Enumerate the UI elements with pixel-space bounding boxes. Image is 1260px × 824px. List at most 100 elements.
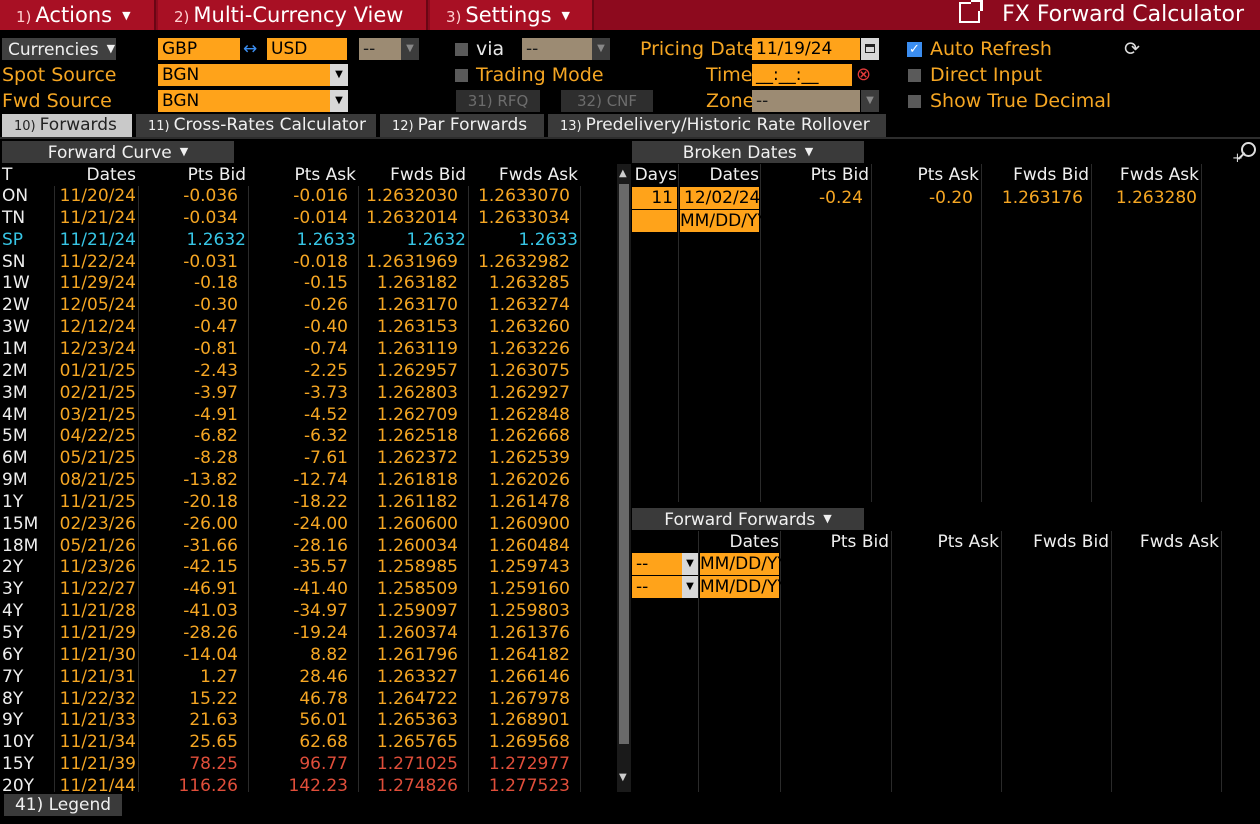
direct-input-checkbox[interactable]: [908, 69, 921, 82]
broken-date-placeholder[interactable]: MM/DD/YY: [680, 210, 768, 232]
external-link-icon[interactable]: [959, 0, 984, 23]
show-true-decimal-label: Show True Decimal: [930, 90, 1112, 112]
rfq-button[interactable]: 31) RFQ: [456, 90, 540, 112]
fwds-ask-cell: 1.261376: [488, 623, 570, 643]
forward-forwards-header[interactable]: Forward Forwards ▼: [632, 508, 864, 530]
table-row[interactable]: 3W 12/12/24 -0.47 -0.40 1.263153 1.263260: [0, 317, 616, 339]
pts-bid-cell: -20.18: [183, 491, 238, 512]
table-row[interactable]: 2W 12/05/24 -0.30 -0.26 1.263170 1.263274: [0, 295, 616, 317]
table-row[interactable]: 3Y 11/22/27 -46.91 -41.40 1.258509 1.259160: [0, 579, 616, 601]
pts-bid-cell: -6.82: [194, 426, 238, 447]
table-row[interactable]: 10Y 11/21/34 25.65 62.68 1.265765 1.269568: [0, 732, 616, 754]
broken-days-input-empty[interactable]: [632, 210, 677, 232]
fwds-bid-cell: 1.262518: [376, 426, 458, 447]
broken-date-input[interactable]: 12/02/24: [680, 187, 760, 209]
tab-number: 12): [392, 119, 414, 134]
pts-ask-cell: -0.018: [293, 251, 348, 272]
chevron-down-icon[interactable]: ▼: [682, 576, 698, 598]
currency-2-field[interactable]: USD: [267, 38, 347, 60]
tab-number: 10): [14, 119, 36, 134]
spot-source-field[interactable]: BGN: [158, 64, 330, 86]
table-row[interactable]: SP 11/21/24 1.2632 1.2633 1.2632 1.2633: [0, 230, 616, 252]
table-row[interactable]: 4Y 11/21/28 -41.03 -34.97 1.259097 1.259803: [0, 601, 616, 623]
table-row[interactable]: 2M 01/21/25 -2.43 -2.25 1.262957 1.263075: [0, 361, 616, 383]
ff-date-input-2[interactable]: MM/DD/YY: [700, 576, 788, 598]
pts-bid-cell: -31.66: [183, 535, 238, 556]
date-cell: 11/20/24: [59, 186, 136, 206]
via-checkbox[interactable]: [455, 43, 468, 56]
ff-tenor-select-2[interactable]: --: [632, 576, 682, 598]
fwds-bid-cell: 1.2631969: [366, 251, 458, 272]
fwds-ask-cell: 1.272977: [488, 754, 570, 775]
via-label: via: [476, 38, 505, 60]
table-row[interactable]: 1M 12/23/24 -0.81 -0.74 1.263119 1.263226: [0, 339, 616, 361]
swap-arrows-icon[interactable]: ↔: [243, 38, 267, 60]
pts-ask-cell: 56.01: [299, 710, 348, 731]
table-row[interactable]: 8Y 11/22/32 15.22 46.78 1.264722 1.267978: [0, 689, 616, 711]
fwds-bid-cell: 1.262372: [376, 448, 458, 469]
table-row[interactable]: 5M 04/22/25 -6.82 -6.32 1.262518 1.262668: [0, 426, 616, 448]
table-row[interactable]: 18M 05/21/26 -31.66 -28.16 1.260034 1.260484: [0, 536, 616, 558]
auto-refresh-checkbox[interactable]: ✓: [907, 42, 922, 57]
broken-days-input[interactable]: 11: [632, 187, 677, 209]
tab-par-forwards[interactable]: 12) Par Forwards: [380, 114, 544, 137]
forward-curve-scrollbar[interactable]: ▲ ▼: [617, 164, 631, 792]
ff-date-input-1[interactable]: MM/DD/YY: [700, 553, 788, 575]
tab-forwards[interactable]: 10) Forwards: [2, 114, 132, 137]
table-row[interactable]: 15Y 11/21/39 78.25 96.77 1.271025 1.272977: [0, 754, 616, 776]
chevron-down-icon: ▼: [401, 38, 419, 60]
table-row[interactable]: 3M 02/21/25 -3.97 -3.73 1.262803 1.262927: [0, 383, 616, 405]
currencies-dropdown[interactable]: Currencies ▼: [2, 38, 116, 60]
scroll-down-icon[interactable]: ▼: [619, 772, 627, 783]
chevron-down-icon: ▼: [823, 512, 832, 525]
fwd-source-field[interactable]: BGN: [158, 90, 330, 112]
table-row[interactable]: ON 11/20/24 -0.036 -0.016 1.2632030 1.2633070: [0, 186, 616, 208]
multi-currency-view-menu[interactable]: 2) Multi-Currency View: [158, 0, 428, 30]
table-row[interactable]: 4M 03/21/25 -4.91 -4.52 1.262709 1.262848: [0, 405, 616, 427]
table-row[interactable]: 6M 05/21/25 -8.28 -7.61 1.262372 1.262539: [0, 448, 616, 470]
tenor-cell: 8Y: [2, 688, 24, 709]
table-row[interactable]: 9M 08/21/25 -13.82 -12.74 1.261818 1.262026: [0, 470, 616, 492]
col-header-fwds-ask: Fwds Ask: [1139, 532, 1219, 552]
table-row[interactable]: 6Y 11/21/30 -14.04 8.82 1.261796 1.264182: [0, 645, 616, 667]
table-row[interactable]: 15M 02/23/26 -26.00 -24.00 1.260600 1.260900: [0, 514, 616, 536]
date-cell: 05/21/25: [59, 448, 136, 469]
scrollbar-thumb[interactable]: [619, 184, 629, 744]
table-row[interactable]: 9Y 11/21/33 21.63 56.01 1.265363 1.268901: [0, 710, 616, 732]
tab-cross-rates-calculator[interactable]: 11) Cross-Rates Calculator: [136, 114, 376, 137]
pts-ask-cell: -7.61: [304, 448, 348, 469]
refresh-icon[interactable]: ⟳: [1124, 37, 1144, 61]
table-row[interactable]: 5Y 11/21/29 -28.26 -19.24 1.260374 1.261376: [0, 623, 616, 645]
date-cell: 11/22/24: [59, 251, 136, 272]
calendar-icon[interactable]: [861, 38, 879, 60]
col-header-days: Days: [634, 165, 677, 185]
pricing-date-field[interactable]: 11/19/24: [752, 38, 860, 60]
show-true-decimal-checkbox[interactable]: [908, 95, 921, 108]
table-row[interactable]: SN 11/22/24 -0.031 -0.018 1.2631969 1.2632982: [0, 252, 616, 274]
table-row[interactable]: 1W 11/29/24 -0.18 -0.15 1.263182 1.263285: [0, 273, 616, 295]
legend-button[interactable]: 41) Legend: [4, 794, 122, 816]
actions-menu[interactable]: 1) Actions ▼: [0, 0, 156, 30]
scroll-up-icon[interactable]: ▲: [619, 168, 627, 179]
trading-mode-checkbox[interactable]: [455, 69, 468, 82]
table-row[interactable]: 1Y 11/21/25 -20.18 -18.22 1.261182 1.261478: [0, 492, 616, 514]
settings-menu[interactable]: 3) Settings ▼: [430, 0, 594, 30]
chevron-down-icon[interactable]: ▼: [682, 553, 698, 575]
forward-curve-header[interactable]: Forward Curve ▼: [2, 141, 234, 163]
table-row[interactable]: 7Y 11/21/31 1.27 28.46 1.263327 1.266146: [0, 667, 616, 689]
tenor-cell: 6M: [2, 448, 28, 469]
chevron-down-icon[interactable]: ▼: [330, 90, 348, 112]
zoom-icon[interactable]: +: [1232, 140, 1258, 165]
time-field[interactable]: __:__:__: [752, 64, 852, 86]
clear-icon[interactable]: ⊗: [856, 64, 876, 86]
auto-refresh-label: Auto Refresh: [930, 38, 1052, 60]
broken-dates-header[interactable]: Broken Dates ▼: [632, 141, 864, 163]
ff-tenor-select-1[interactable]: --: [632, 553, 682, 575]
table-row[interactable]: TN 11/21/24 -0.034 -0.014 1.2632014 1.2633034: [0, 208, 616, 230]
chevron-down-icon[interactable]: ▼: [330, 64, 348, 86]
cnf-button[interactable]: 32) CNF: [561, 90, 653, 112]
currency-1-field[interactable]: GBP: [158, 38, 240, 60]
table-row[interactable]: 20Y 11/21/44 116.26 142.23 1.274826 1.277523: [0, 776, 616, 792]
tab-predelivery-rollover[interactable]: 13) Predelivery/Historic Rate Rollover: [548, 114, 886, 137]
table-row[interactable]: 2Y 11/23/26 -42.15 -35.57 1.258985 1.259743: [0, 557, 616, 579]
